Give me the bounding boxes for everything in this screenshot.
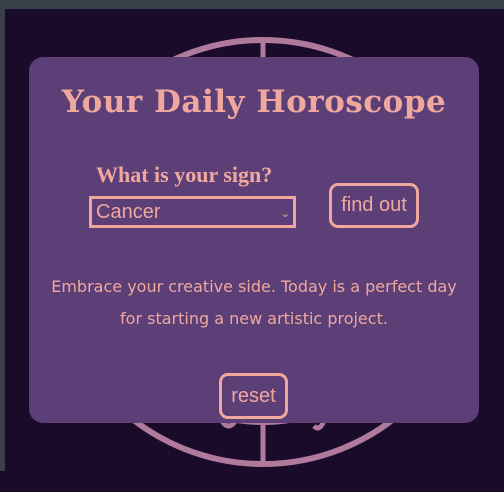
page-title: Your Daily Horoscope xyxy=(61,84,447,120)
horoscope-text: Embrace your creative side. Today is a p… xyxy=(51,277,457,328)
sign-question-label: What is your sign? xyxy=(96,162,273,187)
window-left-edge xyxy=(0,0,5,471)
sign-select[interactable]: Cancer ⌄ xyxy=(89,196,296,228)
sign-select-value: Cancer xyxy=(96,201,161,223)
chevron-down-icon: ⌄ xyxy=(280,208,290,220)
reset-button[interactable]: reset xyxy=(219,373,288,419)
horoscope-card: Your Daily Horoscope What is your sign? … xyxy=(29,57,479,423)
window-top-bar xyxy=(0,0,504,9)
find-out-button[interactable]: find out xyxy=(329,183,419,228)
